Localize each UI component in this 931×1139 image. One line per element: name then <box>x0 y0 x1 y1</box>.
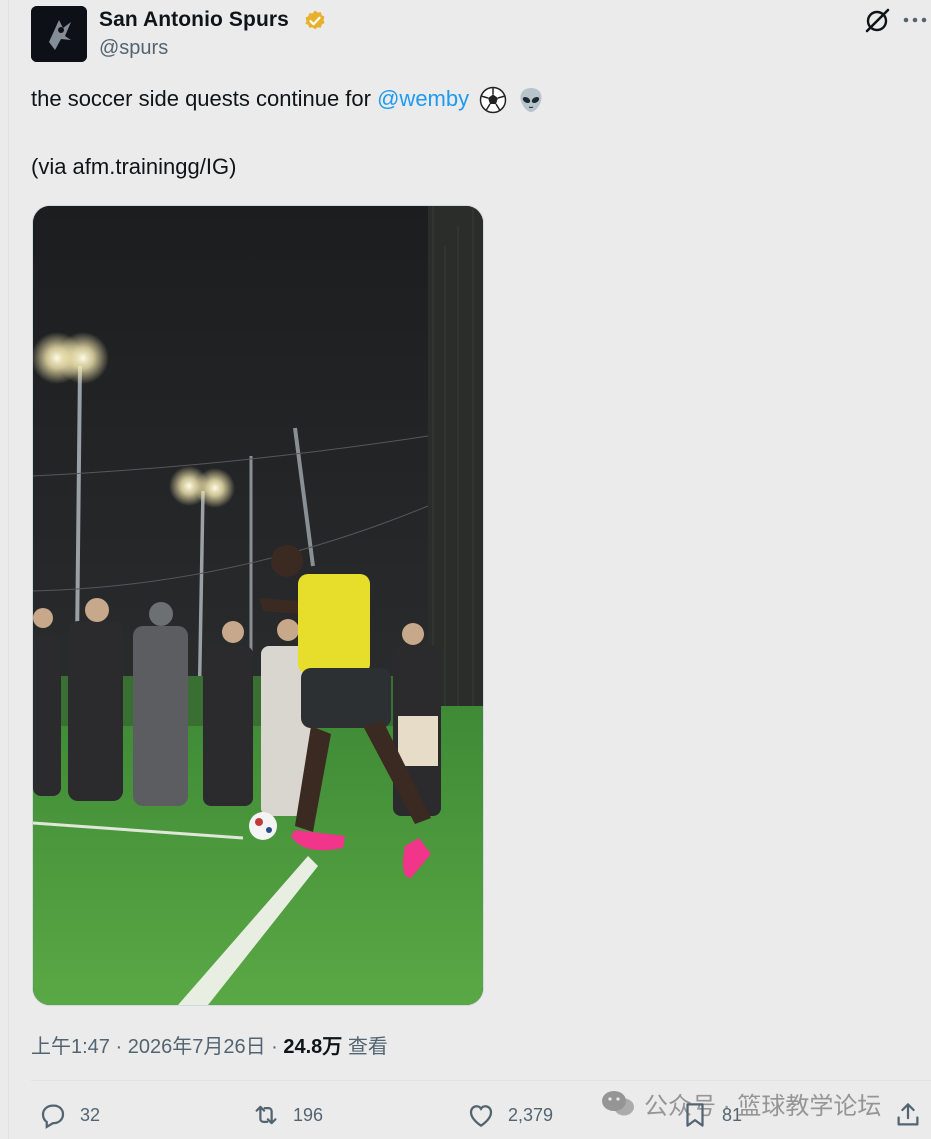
like-count: 2,379 <box>508 1104 554 1125</box>
tweet-date[interactable]: 2026年7月26日 <box>128 1036 266 1058</box>
more-options-icon[interactable] <box>903 14 927 26</box>
soccer-video-thumbnail <box>33 206 483 1005</box>
reply-count: 32 <box>80 1104 101 1125</box>
grok-icon[interactable] <box>864 8 890 34</box>
tweet-text-body: the soccer side quests continue for <box>31 86 378 111</box>
account-handle[interactable]: @spurs <box>99 37 168 60</box>
views-label: 查看 <box>342 1036 388 1058</box>
retweet-count: 196 <box>293 1104 324 1125</box>
bookmark-count: 81 <box>722 1104 743 1125</box>
reply-icon <box>41 1104 65 1129</box>
timeline-border <box>8 0 9 1139</box>
reply-button[interactable]: 32 <box>38 1099 100 1131</box>
spurs-logo-icon <box>31 6 87 62</box>
tweet-time[interactable]: 上午1:47 <box>31 1036 110 1058</box>
avatar[interactable] <box>31 6 87 62</box>
divider <box>31 1080 931 1081</box>
wechat-icon <box>602 1090 634 1115</box>
share-button[interactable] <box>893 1099 931 1131</box>
like-button[interactable]: 2,379 <box>466 1099 553 1131</box>
retweet-button[interactable]: 196 <box>251 1099 323 1131</box>
tweet-video[interactable] <box>32 205 484 1006</box>
tweet-source-line: (via afm.trainingg/IG) <box>31 154 237 179</box>
retweet-icon <box>255 1105 277 1125</box>
tweet-text: the soccer side quests continue for @wem… <box>31 86 545 114</box>
bookmark-icon <box>686 1103 704 1127</box>
bookmark-button[interactable]: 81 <box>680 1099 742 1131</box>
views-count: 24.8万 <box>283 1036 343 1058</box>
meta-separator-2: · <box>265 1036 284 1058</box>
share-icon <box>897 1103 919 1126</box>
heart-icon <box>469 1105 493 1127</box>
soccer-ball-icon <box>480 86 507 114</box>
tweet-meta: 上午1:47 · 2026年7月26日 · 24.8万 查看 <box>31 1030 388 1059</box>
account-name[interactable]: San Antonio Spurs <box>99 8 289 32</box>
verified-badge-icon <box>305 10 325 30</box>
meta-separator: · <box>109 1036 128 1058</box>
mention-link[interactable]: @wemby <box>377 86 469 111</box>
alien-icon <box>520 88 542 113</box>
